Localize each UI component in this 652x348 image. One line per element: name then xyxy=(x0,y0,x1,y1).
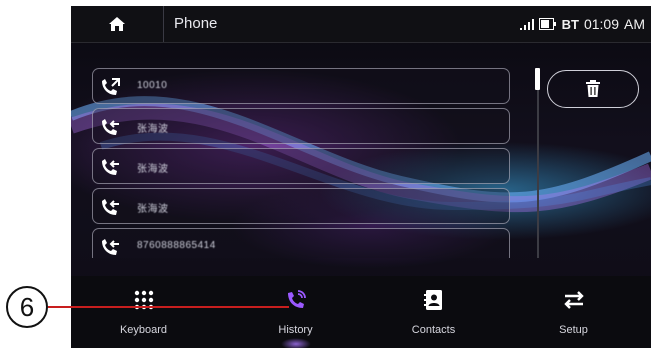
call-history-row[interactable]: 张海波 xyxy=(92,108,510,144)
keypad-icon xyxy=(134,290,153,310)
contacts-icon xyxy=(423,290,442,310)
call-history-row[interactable]: 8760888865414 xyxy=(92,228,510,258)
home-button[interactable] xyxy=(71,6,164,42)
callout-number: 6 xyxy=(19,291,35,322)
call-history-row[interactable]: 10010 xyxy=(92,68,510,104)
bottom-tab-bar: Keyboard History Contacts Setup xyxy=(71,276,651,348)
trash-icon xyxy=(586,80,600,97)
call-number: 10010 xyxy=(137,80,168,91)
home-icon xyxy=(109,17,125,31)
delete-button[interactable] xyxy=(547,70,639,108)
scrollbar-thumb[interactable] xyxy=(535,68,540,90)
call-number: 张海波 xyxy=(137,204,169,215)
incoming-call-icon xyxy=(102,239,119,255)
incoming-call-icon xyxy=(102,119,119,135)
bluetooth-label: BT xyxy=(561,16,579,32)
tab-keyboard[interactable]: Keyboard xyxy=(71,276,216,348)
call-history-list: 10010 张海波 张海波 张海波 8760888865414 xyxy=(92,68,512,258)
signal-icon xyxy=(519,19,534,30)
callout-line xyxy=(48,306,289,308)
tab-contacts-label: Contacts xyxy=(411,324,456,336)
call-history-row[interactable]: 张海波 xyxy=(92,188,510,224)
clock-time: 01:09 xyxy=(583,16,619,32)
call-number: 张海波 xyxy=(137,124,169,135)
tab-contacts[interactable]: Contacts xyxy=(361,276,506,348)
outgoing-call-icon xyxy=(102,78,120,95)
call-history-icon xyxy=(287,290,306,308)
top-bar: Phone BT 01:09 AM xyxy=(71,6,651,43)
active-tab-indicator xyxy=(281,338,311,348)
tab-keyboard-label: Keyboard xyxy=(119,324,168,336)
tab-setup[interactable]: Setup xyxy=(501,276,646,348)
phone-screen: Phone BT 01:09 AM 10010 张海波 张海波 张海波 8760… xyxy=(71,6,651,348)
scrollbar-track[interactable] xyxy=(537,68,539,258)
call-number: 张海波 xyxy=(137,164,169,175)
page-title: Phone xyxy=(174,15,218,32)
call-history-row[interactable]: 张海波 xyxy=(92,148,510,184)
status-area: BT 01:09 AM xyxy=(519,16,645,32)
battery-icon xyxy=(538,18,556,30)
tab-history-label: History xyxy=(278,324,313,336)
call-number: 8760888865414 xyxy=(137,240,216,251)
incoming-call-icon xyxy=(102,159,119,175)
incoming-call-icon xyxy=(102,199,119,215)
setup-icon xyxy=(563,291,584,309)
clock-ampm: AM xyxy=(624,16,645,32)
tab-setup-label: Setup xyxy=(559,324,588,336)
callout-marker: 6 xyxy=(6,286,48,328)
